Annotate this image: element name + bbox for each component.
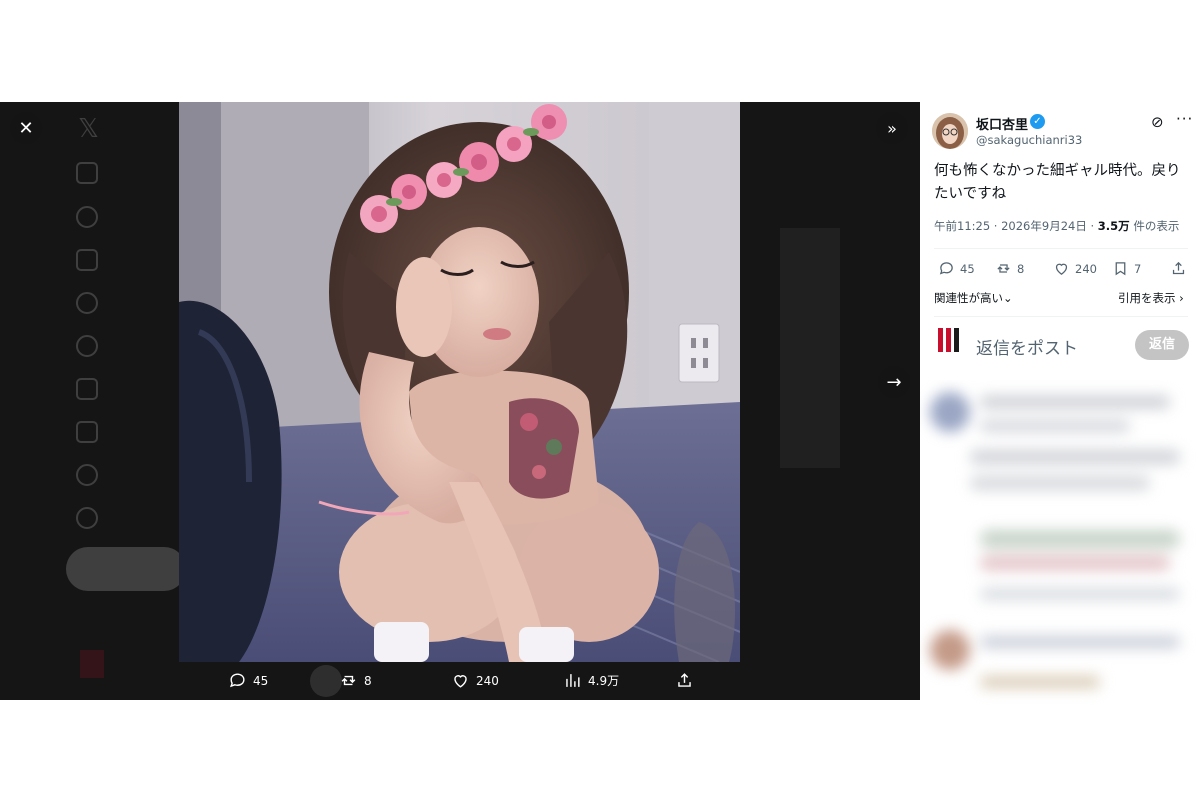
avatar[interactable] [932, 113, 968, 149]
arrow-right-icon: → [886, 371, 902, 393]
share-button[interactable] [1170, 260, 1187, 277]
bg-nav-supergrok [76, 378, 121, 400]
chevron-down-icon: ⌄ [1003, 291, 1013, 305]
reply-count: 45 [960, 261, 975, 276]
tweet-views-count: 3.5万 [1097, 219, 1130, 233]
verified-badge-icon: ✓ [1030, 114, 1045, 129]
like-button[interactable]: 240 [1053, 260, 1097, 277]
reply-icon [230, 673, 245, 688]
tweet-detail-panel: 坂口杏里 ✓ @sakaguchianri33 ⊘ ··· 何も怖くなかった細ギ… [920, 102, 1200, 380]
like-count: 240 [1075, 261, 1097, 276]
bg-nav-profile [76, 464, 121, 486]
display-name[interactable]: 坂口杏里 [976, 114, 1028, 133]
reply-icon [939, 262, 953, 275]
viewer-views-count: 4.9万 [588, 674, 620, 688]
close-viewer-button[interactable]: ✕ [10, 112, 42, 144]
divider [934, 248, 1188, 249]
bg-nav-more [76, 507, 121, 529]
viewer-views-button[interactable]: 4.9万 [563, 671, 619, 690]
brand-logo [934, 328, 964, 362]
tweet-photo[interactable] [179, 102, 740, 662]
bg-nav-home [76, 162, 121, 184]
bookmark-count: 7 [1134, 261, 1142, 276]
grok-icon[interactable]: ⊘ [1151, 113, 1164, 131]
bg-nav-bookmarks [76, 421, 121, 443]
reply-input[interactable]: 返信をポスト [976, 334, 1078, 359]
viewer-like-count: 240 [476, 673, 499, 688]
avatar-image [932, 113, 968, 149]
chevron-right-icon: › [1179, 291, 1184, 305]
bg-video-block [780, 228, 840, 468]
screen: 𝕏 ✕ » → 45 8 240 4.9万 坂口杏里 ✓ @sakaguchia… [0, 0, 1200, 800]
share-icon [1172, 261, 1185, 275]
repost-button[interactable]: 8 [995, 260, 1024, 277]
sort-label: 関連性が高い [934, 291, 1003, 305]
close-icon: ✕ [18, 117, 34, 139]
viewer-reply-button[interactable]: 45 [228, 671, 268, 690]
brand-logo-icon [938, 328, 959, 352]
bg-nav-chat [76, 335, 121, 357]
bg-nav-notifications [76, 249, 121, 271]
next-media-button[interactable]: → [878, 366, 910, 398]
viewer-action-bar: 45 8 240 4.9万 [0, 662, 920, 700]
tweet-views-label: 件の表示 [1129, 219, 1180, 233]
bg-post-button [66, 547, 186, 591]
viewer-repost-count: 8 [364, 673, 372, 688]
user-handle[interactable]: @sakaguchianri33 [976, 133, 1082, 147]
bg-nav-follow [76, 292, 121, 314]
blurred-replies-content [920, 380, 1200, 710]
viewer-share-button[interactable] [675, 671, 694, 690]
reply-button[interactable]: 45 [938, 260, 975, 277]
divider [934, 316, 1188, 317]
x-logo-icon: 𝕏 [78, 114, 99, 144]
viewer-repost-button[interactable]: 8 [339, 671, 372, 690]
repost-icon [997, 264, 1010, 273]
tweet-text: 何も怖くなかった細ギャル時代。戻りたいですね [934, 163, 1181, 202]
sort-replies-dropdown[interactable]: 関連性が高い⌄ [934, 290, 1013, 306]
tweet-meta: 午前11:25 · 2026年9月24日 · 3.5万 件の表示 [934, 218, 1179, 234]
collapse-panel-button[interactable]: » [876, 112, 908, 144]
bg-nav-explore [76, 206, 121, 228]
viewer-reply-count: 45 [253, 673, 269, 688]
more-options-icon[interactable]: ··· [1176, 110, 1193, 128]
bookmark-button[interactable]: 7 [1112, 260, 1141, 277]
share-icon [678, 673, 691, 687]
viewer-like-button[interactable]: 240 [451, 671, 499, 690]
view-quotes-link[interactable]: 引用を表示 › [1118, 290, 1184, 306]
tweet-timestamp[interactable]: 午前11:25 · 2026年9月24日 · [934, 219, 1098, 233]
bg-right-column [745, 102, 920, 700]
double-chevron-right-icon: » [887, 118, 897, 138]
heart-icon [454, 675, 467, 688]
heart-icon [1055, 263, 1068, 275]
quotes-label: 引用を表示 [1118, 291, 1176, 305]
reply-submit-button[interactable]: 返信 [1135, 330, 1189, 360]
bookmark-icon [1115, 262, 1126, 276]
media-viewer: 𝕏 ✕ » → 45 8 240 4.9万 [0, 102, 920, 700]
repost-count: 8 [1017, 261, 1025, 276]
repost-icon [341, 675, 356, 686]
analytics-icon [566, 674, 580, 687]
blurred-replies [920, 380, 1200, 710]
photo-image [179, 102, 740, 662]
